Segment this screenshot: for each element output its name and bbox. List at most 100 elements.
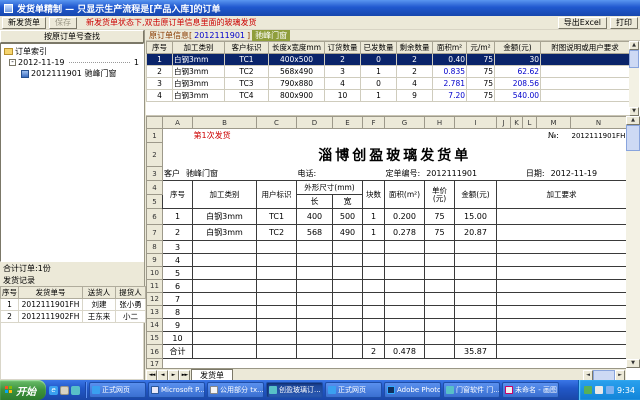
sheet-empty-row[interactable]: 105 [147,267,627,280]
row-number[interactable]: 8 [147,241,163,254]
col-letter[interactable]: F [363,117,385,129]
col-letter[interactable]: G [385,117,425,129]
sheet-empty-row[interactable]: 127 [147,293,627,306]
task-button[interactable]: 未命名 - 画图 [502,382,559,398]
task-button[interactable]: 正式网页 [89,382,146,398]
sheet-nav-prev-icon[interactable] [157,370,168,381]
sheet-nav-first-icon[interactable] [146,370,157,381]
sheet-empty-row[interactable]: 116 [147,280,627,293]
col-letter[interactable]: E [333,117,363,129]
note-no-value[interactable]: 2012111901FH [571,129,627,143]
col-letter[interactable]: K [511,117,523,129]
select-all-corner[interactable] [147,117,163,129]
quicklaunch-app-icon[interactable] [71,386,80,395]
row-number[interactable]: 17 [147,359,163,369]
original-order-tab[interactable]: 原订单信息[ 2012111901 ] 驰峰门窗 [146,30,640,41]
scroll-right-icon[interactable] [615,370,625,381]
total-pieces[interactable]: 2 [363,345,385,359]
row-number[interactable]: 7 [147,225,163,241]
row-number[interactable]: 16 [147,345,163,359]
col-letter[interactable]: N [571,117,627,129]
save-button[interactable]: 保存 [49,17,77,29]
sheet-total-row[interactable]: 16 合计 2 0.478 35.87 [147,345,627,359]
sheet-data-row[interactable]: 6 1 白钢3mm TC1 400 500 1 0.200 75 15.00 [147,209,627,225]
order-no-cell[interactable]: 定单编号:2012111901 [385,167,497,181]
row-number[interactable]: 6 [147,209,163,225]
order-row[interactable]: 2 白钢3mm TC2 568x490 3 1 2 0.835 75 62.62 [147,66,630,78]
row-number[interactable]: 15 [147,332,163,345]
scroll-up-icon[interactable] [629,41,639,50]
task-button[interactable]: Microsoft P... [148,382,205,398]
row-number[interactable]: 3 [147,167,163,181]
task-button[interactable]: 公用部分 tx... [207,382,264,398]
order-row[interactable]: 4 白钢3mm TC4 800x900 10 1 9 7.20 75 540.0… [147,90,630,102]
scrollbar-thumb[interactable] [593,370,615,381]
total-area[interactable]: 0.478 [385,345,425,359]
customer-cell[interactable]: 客户驰峰门窗 [163,167,297,181]
quicklaunch-browser-icon[interactable] [49,386,58,395]
export-excel-button[interactable]: 导出Excel [558,17,607,29]
row-number[interactable]: 13 [147,306,163,319]
delivery-sequence-cell[interactable]: 第1次发货 [193,129,297,143]
scrollbar-thumb[interactable] [626,125,640,151]
task-button[interactable]: 门窗软件 门... [443,382,500,398]
note-no-label[interactable]: №: [537,129,571,143]
row-number[interactable]: 14 [147,319,163,332]
sheet-empty-row[interactable]: 94 [147,254,627,267]
new-delivery-button[interactable]: 新发货单 [2,17,46,29]
row-number[interactable]: 12 [147,293,163,306]
col-letter[interactable]: B [193,117,257,129]
record-row[interactable]: 2 2012111902FH 王东来 小二 [1,311,146,323]
tray-volume-icon[interactable] [595,386,603,394]
start-button[interactable]: 开始 [0,380,46,400]
sheet-empty-row[interactable]: 149 [147,319,627,332]
tray-security-icon[interactable] [584,386,592,394]
row-number[interactable]: 11 [147,280,163,293]
row-number[interactable]: 10 [147,267,163,280]
quicklaunch-show-desktop-icon[interactable] [60,386,69,395]
tray-network-icon[interactable] [606,386,614,394]
record-row[interactable]: 1 2012111901FH 刘建 张小勇 [1,299,146,311]
col-letter[interactable]: C [257,117,297,129]
scroll-up-icon[interactable] [626,116,640,125]
row-number[interactable]: 9 [147,254,163,267]
order-row[interactable]: 3 白钢3mm TC3 790x880 4 0 4 2.781 75 208.5… [147,78,630,90]
total-amount[interactable]: 35.87 [455,345,497,359]
sheet-title[interactable]: 淄博创盈玻璃发货单 [163,143,627,167]
scrollbar-thumb[interactable] [629,50,639,68]
sheet-nav-next-icon[interactable] [168,370,179,381]
task-button[interactable]: Adobe Photo... [384,382,441,398]
col-letter[interactable]: H [425,117,455,129]
tree-date-node[interactable]: 2012-11-19 1 [1,57,143,68]
sheet-empty-row[interactable]: 138 [147,306,627,319]
task-button[interactable]: 正式网页 [325,382,382,398]
col-letter[interactable]: I [455,117,497,129]
row-number[interactable]: 4 [147,181,163,195]
order-row-selected[interactable]: 1 白钢3mm TC1 400x500 2 0 2 0.40 75 30 [147,54,630,66]
phone-cell[interactable]: 电话: [297,167,385,181]
row-number[interactable]: 5 [147,195,163,209]
row-number[interactable]: 2 [147,143,163,167]
scroll-down-icon[interactable] [629,107,639,116]
col-letter[interactable]: A [163,117,193,129]
task-button-active[interactable]: 创盈玻璃订... [266,382,323,398]
search-by-order-header[interactable]: 按原订单号查找 [0,30,144,43]
col-letter[interactable]: D [297,117,333,129]
sheet-data-row[interactable]: 7 2 白钢3mm TC2 568 490 1 0.278 75 20.87 [147,225,627,241]
print-button[interactable]: 打印 [610,17,638,29]
sheet-vertical-scrollbar[interactable] [626,116,640,368]
scroll-left-icon[interactable] [583,370,593,381]
collapse-icon[interactable] [9,59,16,66]
date-cell[interactable]: 日期:2012-11-19 [497,167,627,181]
col-letter[interactable]: M [537,117,571,129]
sheet-tab-delivery[interactable]: 发货单 [191,369,233,380]
sheet-empty-row[interactable]: 83 [147,241,627,254]
total-label[interactable]: 合计 [163,345,193,359]
sheet-nav-last-icon[interactable] [179,370,190,381]
sheet-horizontal-scrollbar[interactable] [583,370,625,381]
order-grid-scrollbar[interactable] [629,41,639,116]
scroll-down-icon[interactable] [626,359,640,368]
tree-order-node[interactable]: 2012111901 驰峰门窗 [1,68,143,79]
col-letter[interactable]: L [523,117,537,129]
col-letter[interactable]: J [497,117,511,129]
